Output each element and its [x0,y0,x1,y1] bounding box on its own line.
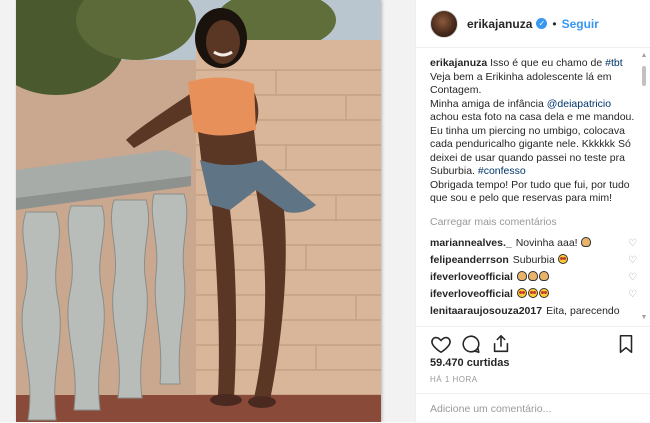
likes-count[interactable]: 59.470 curtidas [430,357,510,369]
action-icons-row [430,333,637,357]
caption-text-2: Veja bem a Erikinha adolescente lá em Co… [430,70,612,97]
scroll-down-arrow-icon[interactable]: ▼ [640,314,648,322]
comment-like-heart-icon[interactable]: ♡ [625,254,637,268]
caption-text-3: Minha amiga de infância [430,97,547,110]
post-header: erikajanuza ✓ • Seguir [416,0,650,48]
comments-section: erikajanuza Isso é que eu chamo de #tbt … [416,48,650,326]
separator-dot: • [552,16,557,31]
header-username[interactable]: erikajanuza [467,17,532,31]
caption: erikajanuza Isso é que eu chamo de #tbt … [430,57,637,206]
raised-hands-emoji-icon [527,270,538,281]
post-photo[interactable] [16,0,381,422]
comment-text: Eita, parecendo [546,304,620,317]
post-actions: 59.470 curtidas HÁ 1 HORA Adicione um co… [416,326,650,422]
comment-text [516,270,625,285]
raised-hands-emoji-icon [516,270,527,281]
follow-button[interactable]: Seguir [562,17,599,31]
comment-username[interactable]: felipeanderrson [430,254,509,268]
scroll-up-arrow-icon[interactable]: ▲ [640,52,648,60]
avatar[interactable] [430,9,458,38]
share-icon[interactable] [490,333,512,355]
comment-icon[interactable] [460,333,482,355]
photo-illustration [16,0,381,422]
instagram-post: erikajanuza ✓ • Seguir erikajanuza Isso … [0,0,650,422]
heart-icon[interactable] [430,333,452,355]
comment-like-heart-icon[interactable]: ♡ [625,288,637,302]
comment-username[interactable]: ifeverloveofficial [430,288,513,302]
list-item: mariannealves._ Novinha aaa! ♡ [430,235,637,252]
scrollbar-thumb[interactable] [642,66,646,86]
mention-link[interactable]: @deiapatricio [547,98,611,110]
list-item: ifeverloveofficial ♡ [430,286,637,303]
heart-eyes-emoji-icon [527,287,538,298]
caption-username[interactable]: erikajanuza [430,57,487,69]
comment-username[interactable]: lenitaaraujosouza2017 [430,305,542,319]
list-item: felipeanderrson Suburbia ♡ [430,252,637,269]
load-more-comments-button[interactable]: Carregar mais comentários [430,216,637,230]
comments-scrollbar[interactable]: ▲ ▼ [640,52,648,322]
add-comment-input[interactable]: Adicione um comentário... [416,393,650,423]
raised-hands-emoji-icon [538,270,549,281]
comment-text: Novinha aaa! [516,236,625,251]
heart-eyes-emoji-icon [557,253,568,264]
comment-username[interactable]: mariannealves._ [430,237,512,251]
caption-text-4: achou esta foto na casa dela e me mandou… [430,111,635,177]
comment-text [516,287,625,302]
post-timestamp[interactable]: HÁ 1 HORA [430,375,478,384]
heart-eyes-emoji-icon [538,287,549,298]
caption-text-1: Isso é que eu chamo de [490,57,606,69]
comment-text: Suburbia [513,253,625,268]
post-side-panel: erikajanuza ✓ • Seguir erikajanuza Isso … [415,0,650,422]
verified-badge-icon: ✓ [536,18,548,29]
heart-eyes-emoji-icon [516,287,527,298]
hashtag-confesso-link[interactable]: #confesso [478,165,526,177]
post-photo-area [0,0,415,422]
hashtag-tbt-link[interactable]: #tbt [605,57,623,69]
bookmark-icon[interactable] [615,333,637,355]
list-item: lenitaaraujosouza2017 Eita, parecendo [430,303,637,320]
caption-text-5: Obrigada tempo! Por tudo que fui, por tu… [430,178,630,205]
comment-username[interactable]: ifeverloveofficial [430,271,513,285]
list-item: ifeverloveofficial ♡ [430,269,637,286]
comment-like-heart-icon[interactable]: ♡ [625,271,637,285]
comment-like-heart-icon[interactable]: ♡ [625,237,637,251]
raised-hands-emoji-icon [580,236,591,247]
